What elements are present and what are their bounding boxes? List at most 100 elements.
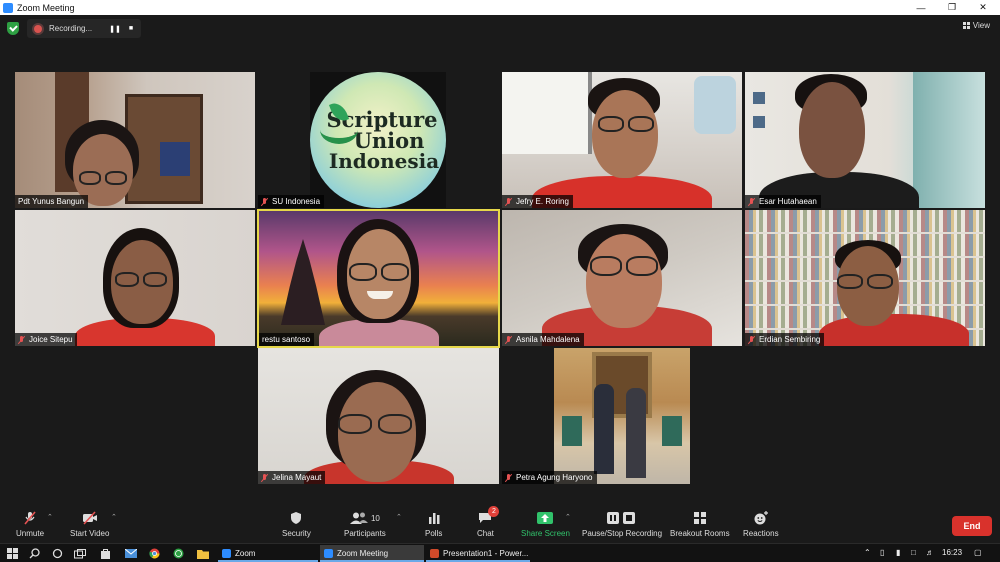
view-label: View [972, 21, 990, 30]
search-icon[interactable] [28, 547, 41, 560]
mic-muted-icon [505, 335, 512, 344]
chair-left [562, 416, 582, 446]
battery-icon[interactable]: ▮ [896, 548, 900, 557]
breakout-rooms-icon [692, 511, 708, 525]
pause-stop-recording-button[interactable]: Pause/Stop Recording [582, 511, 662, 538]
share-options-caret-icon[interactable]: ⌃ [565, 513, 571, 521]
video-tile[interactable]: Petra Agung Haryono [502, 348, 742, 484]
video-camera-off-icon [82, 511, 98, 525]
participants-count: 10 [370, 513, 380, 523]
volume-icon[interactable]: ♬ [926, 548, 934, 557]
participants-icon: 10 [348, 511, 382, 525]
unmute-button[interactable]: Unmute [16, 511, 44, 538]
reactions-button[interactable]: Reactions [743, 511, 779, 538]
taskbar-app-powerpoint[interactable]: Presentation1 - Power... [426, 545, 530, 562]
share-screen-button[interactable]: Share Screen [521, 511, 570, 538]
wall-frame [753, 92, 765, 104]
video-tile[interactable]: Asnila Mahdalena [502, 210, 742, 346]
mic-muted-icon [18, 335, 25, 344]
video-tile-active-speaker[interactable]: restu santoso [257, 209, 500, 348]
display-icon[interactable]: □ [911, 548, 916, 557]
whatsapp-icon[interactable] [172, 547, 185, 560]
pause-stop-recording-icon [607, 511, 637, 525]
cortana-icon[interactable] [51, 547, 64, 560]
store-icon[interactable] [99, 547, 112, 560]
task-view-icon[interactable] [73, 547, 86, 560]
view-button[interactable]: View [962, 21, 990, 30]
close-button[interactable]: ✕ [968, 0, 998, 15]
participant-name: restu santoso [259, 333, 315, 346]
smile [367, 291, 393, 299]
recording-dot-icon [34, 24, 42, 33]
mail-icon[interactable] [124, 547, 137, 560]
bar-chart-icon [426, 511, 442, 525]
chat-bubble-icon: 2 [477, 506, 500, 525]
person-man [594, 384, 614, 474]
shield-icon [288, 511, 304, 525]
microphone-muted-icon [22, 511, 38, 525]
meeting-toolbar: Unmute ⌃ Start Video ⌃ Security 10 Parti… [0, 505, 1000, 543]
zoom-app-icon [222, 549, 231, 558]
participants-button[interactable]: 10 Participants [344, 511, 386, 538]
windows-start-icon[interactable] [6, 547, 19, 560]
stop-recording-icon[interactable]: ■ [123, 22, 139, 36]
participant-name: Esar Hutahaean [745, 195, 821, 208]
chat-button[interactable]: 2 Chat [477, 506, 500, 538]
video-options-caret-icon[interactable]: ⌃ [111, 513, 117, 521]
taskbar-app-zoom[interactable]: Zoom [218, 545, 318, 562]
video-tile[interactable]: Jefry E. Roring [502, 72, 742, 208]
recording-indicator: Recording... ❚❚ ■ [27, 19, 141, 38]
notifications-icon[interactable]: ▢ [974, 548, 982, 557]
network-icon[interactable]: ▯ [880, 548, 884, 557]
file-explorer-icon[interactable] [196, 547, 209, 560]
video-tile[interactable]: Joice Sitepu [15, 210, 255, 346]
recording-status: Recording... [49, 24, 93, 33]
wall-frame [753, 116, 765, 128]
title-bar: Zoom Meeting — ❐ ✕ [0, 0, 1000, 15]
pause-recording-icon[interactable]: ❚❚ [107, 22, 123, 36]
grid-view-icon [962, 22, 970, 29]
participants-options-caret-icon[interactable]: ⌃ [396, 513, 402, 521]
smiley-plus-icon [753, 511, 769, 525]
video-tile[interactable]: Jelina Mayaut [258, 348, 499, 484]
mic-muted-icon [261, 473, 268, 482]
participant-name: Jelina Mayaut [258, 471, 326, 484]
breakout-rooms-button[interactable]: Breakout Rooms [670, 511, 730, 538]
polls-button[interactable]: Polls [425, 511, 442, 538]
end-meeting-button[interactable]: End [952, 516, 992, 536]
show-hidden-icons-chevron-icon[interactable]: ⌃ [864, 548, 871, 557]
participant-name: Petra Agung Haryono [502, 471, 597, 484]
video-tile[interactable]: Pdt Yunus Bangun [15, 72, 255, 208]
water-gallon [694, 76, 736, 134]
mic-muted-icon [505, 197, 512, 206]
zoom-app-icon [3, 2, 13, 13]
church-interior [554, 348, 690, 484]
mic-muted-icon [748, 197, 755, 206]
clock-time[interactable]: 16:23 [942, 548, 962, 557]
video-tile[interactable]: Scripture Union Indonesia SU Indonesia [258, 72, 499, 208]
video-tile[interactable]: Esar Hutahaean [745, 72, 985, 208]
mic-muted-icon [261, 197, 268, 206]
participant-name: Jefry E. Roring [502, 195, 573, 208]
maximize-button[interactable]: ❐ [937, 0, 967, 15]
video-tile[interactable]: Erdian Sembiring [745, 210, 985, 346]
person-woman [626, 388, 646, 478]
participant-name: Joice Sitepu [15, 333, 77, 346]
participant-name: Pdt Yunus Bangun [15, 195, 89, 208]
share-screen-arrow-icon [537, 511, 554, 525]
wall-picture [160, 142, 190, 176]
security-button[interactable]: Security [282, 511, 311, 538]
chrome-icon[interactable] [148, 547, 161, 560]
scripture-union-logo: Scripture Union Indonesia [310, 72, 446, 208]
window-title: Zoom Meeting [17, 2, 75, 13]
audio-options-caret-icon[interactable]: ⌃ [47, 513, 53, 521]
powerpoint-icon [430, 549, 439, 558]
mic-muted-icon [505, 473, 512, 482]
taskbar-app-zoom-meeting[interactable]: Zoom Meeting [320, 545, 424, 562]
window-light [502, 72, 592, 154]
participant-name: SU Indonesia [258, 195, 325, 208]
start-video-button[interactable]: Start Video [70, 511, 109, 538]
encryption-shield-icon[interactable] [7, 22, 19, 35]
chair-right [662, 416, 682, 446]
minimize-button[interactable]: — [906, 0, 936, 15]
